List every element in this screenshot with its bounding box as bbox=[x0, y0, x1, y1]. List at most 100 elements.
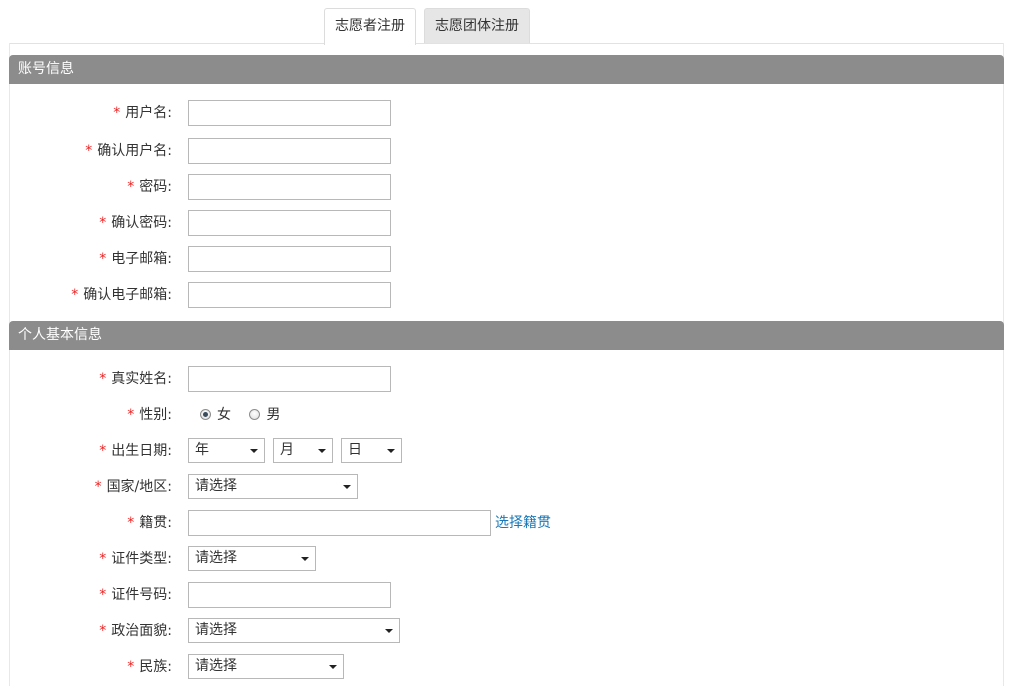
required-mark: * bbox=[127, 659, 135, 675]
tab-group-registration[interactable]: 志愿团体注册 bbox=[424, 8, 530, 44]
native-place-label: 籍贯: bbox=[139, 515, 172, 531]
tab-volunteer-registration[interactable]: 志愿者注册 bbox=[324, 8, 416, 45]
chevron-down-icon bbox=[385, 629, 393, 633]
id-type-value: 请选择 bbox=[195, 550, 237, 566]
political-value: 请选择 bbox=[195, 622, 237, 638]
country-select[interactable]: 请选择 bbox=[188, 474, 358, 499]
confirm-username-input[interactable] bbox=[188, 138, 391, 164]
required-mark: * bbox=[85, 143, 93, 159]
required-mark: * bbox=[99, 251, 107, 267]
real-name-input[interactable] bbox=[188, 366, 391, 392]
password-label: 密码: bbox=[139, 179, 172, 195]
required-mark: * bbox=[99, 371, 107, 387]
required-mark: * bbox=[113, 105, 121, 121]
registration-page: 志愿者注册 志愿团体注册 账号信息 * 用户名: * 确认用户名: * 密码: * 确认… bbox=[0, 0, 1010, 686]
field-label: * 确认电子邮箱: bbox=[71, 282, 172, 308]
confirm-username-label: 确认用户名: bbox=[97, 143, 172, 159]
confirm-password-input[interactable] bbox=[188, 210, 391, 236]
required-mark: * bbox=[127, 407, 135, 423]
gender-male-label[interactable]: 男 bbox=[266, 402, 280, 428]
password-input[interactable] bbox=[188, 174, 391, 200]
id-type-select[interactable]: 请选择 bbox=[188, 546, 316, 571]
form-row-username: * 用户名: bbox=[0, 100, 1000, 126]
real-name-label: 真实姓名: bbox=[111, 371, 172, 387]
section-header-personal: 个人基本信息 bbox=[9, 321, 1004, 350]
ethnicity-value: 请选择 bbox=[195, 658, 237, 674]
country-label: 国家/地区: bbox=[106, 479, 172, 495]
field-label: * 国家/地区: bbox=[95, 474, 172, 500]
form-row-id-number: * 证件号码: bbox=[0, 582, 1000, 608]
chevron-down-icon bbox=[301, 557, 309, 561]
required-mark: * bbox=[99, 215, 107, 231]
gender-female-radio[interactable] bbox=[200, 408, 211, 420]
chevron-down-icon bbox=[343, 485, 351, 489]
username-label: 用户名: bbox=[125, 105, 172, 121]
form-row-gender: * 性别: 女 男 bbox=[0, 402, 1000, 428]
gender-radio-group: 女 男 bbox=[200, 402, 294, 428]
birth-year-value: 年 bbox=[195, 442, 209, 458]
email-label: 电子邮箱: bbox=[111, 251, 172, 267]
form-row-birthdate: * 出生日期: 年 月 日 bbox=[0, 438, 1000, 464]
birth-day-value: 日 bbox=[348, 442, 362, 458]
field-label: * 密码: bbox=[127, 174, 172, 200]
field-label: * 性别: bbox=[127, 402, 172, 428]
form-row-email: * 电子邮箱: bbox=[0, 246, 1000, 272]
field-label: * 确认密码: bbox=[99, 210, 172, 236]
birth-day-select[interactable]: 日 bbox=[341, 438, 402, 463]
form-row-real-name: * 真实姓名: bbox=[0, 366, 1000, 392]
form-row-political: * 政治面貌: 请选择 bbox=[0, 618, 1000, 644]
birth-month-select[interactable]: 月 bbox=[273, 438, 333, 463]
field-label: * 用户名: bbox=[113, 100, 172, 126]
country-value: 请选择 bbox=[195, 478, 237, 494]
form-row-password: * 密码: bbox=[0, 174, 1000, 200]
required-mark: * bbox=[99, 443, 107, 459]
form-row-country: * 国家/地区: 请选择 bbox=[0, 474, 1000, 500]
section-title-account: 账号信息 bbox=[18, 61, 74, 77]
confirm-email-input[interactable] bbox=[188, 282, 391, 308]
form-row-confirm-password: * 确认密码: bbox=[0, 210, 1000, 236]
birth-month-value: 月 bbox=[280, 442, 294, 458]
required-mark: * bbox=[99, 551, 107, 567]
required-mark: * bbox=[127, 515, 135, 531]
required-mark: * bbox=[127, 179, 135, 195]
gender-female-label[interactable]: 女 bbox=[217, 402, 231, 428]
id-number-input[interactable] bbox=[188, 582, 391, 608]
chevron-down-icon bbox=[250, 449, 258, 453]
form-row-confirm-username: * 确认用户名: bbox=[0, 138, 1000, 164]
id-number-label: 证件号码: bbox=[111, 587, 172, 603]
required-mark: * bbox=[94, 479, 102, 495]
field-label: * 籍贯: bbox=[127, 510, 172, 536]
native-place-input[interactable] bbox=[188, 510, 491, 536]
registration-tabs: 志愿者注册 志愿团体注册 bbox=[324, 8, 530, 45]
section-header-account: 账号信息 bbox=[9, 55, 1004, 84]
field-label: * 真实姓名: bbox=[99, 366, 172, 392]
ethnicity-label: 民族: bbox=[139, 659, 172, 675]
username-input[interactable] bbox=[188, 100, 391, 126]
birthdate-label: 出生日期: bbox=[111, 443, 172, 459]
required-mark: * bbox=[71, 287, 79, 303]
form-row-confirm-email: * 确认电子邮箱: bbox=[0, 282, 1000, 308]
field-label: * 电子邮箱: bbox=[99, 246, 172, 272]
birth-year-select[interactable]: 年 bbox=[188, 438, 265, 463]
form-row-native-place: * 籍贯: 选择籍贯 bbox=[0, 510, 1000, 536]
chevron-down-icon bbox=[318, 449, 326, 453]
field-label: * 政治面貌: bbox=[99, 618, 172, 644]
email-input[interactable] bbox=[188, 246, 391, 272]
field-label: * 证件类型: bbox=[99, 546, 172, 572]
gender-label: 性别: bbox=[139, 407, 172, 423]
form-row-id-type: * 证件类型: 请选择 bbox=[0, 546, 1000, 572]
field-label: * 出生日期: bbox=[99, 438, 172, 464]
section-title-personal: 个人基本信息 bbox=[18, 327, 102, 343]
gender-male-radio[interactable] bbox=[249, 408, 261, 420]
chevron-down-icon bbox=[387, 449, 395, 453]
political-select[interactable]: 请选择 bbox=[188, 618, 400, 643]
id-type-label: 证件类型: bbox=[111, 551, 172, 567]
confirm-email-label: 确认电子邮箱: bbox=[83, 287, 172, 303]
political-label: 政治面貌: bbox=[111, 623, 172, 639]
required-mark: * bbox=[99, 587, 107, 603]
required-mark: * bbox=[99, 623, 107, 639]
select-native-place-link[interactable]: 选择籍贯 bbox=[495, 510, 551, 536]
chevron-down-icon bbox=[329, 665, 337, 669]
form-row-ethnicity: * 民族: 请选择 bbox=[0, 654, 1000, 680]
ethnicity-select[interactable]: 请选择 bbox=[188, 654, 344, 679]
